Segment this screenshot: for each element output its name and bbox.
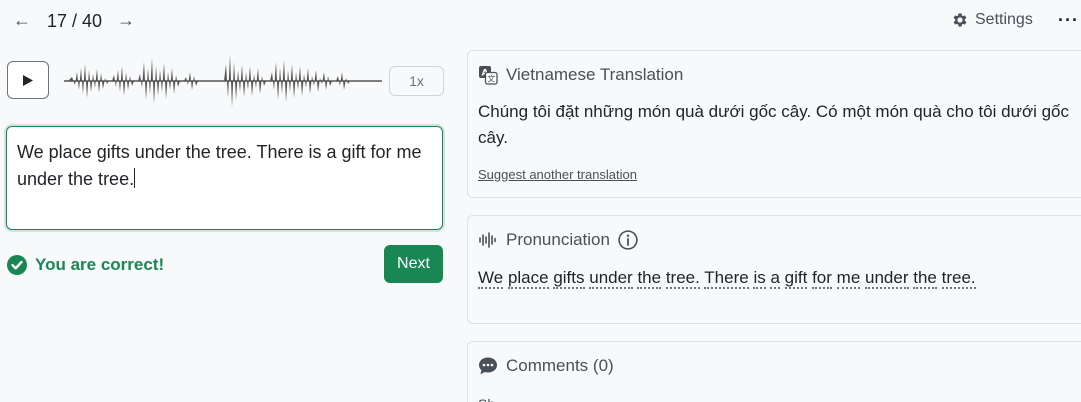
page-counter: 17 / 40 bbox=[47, 11, 103, 31]
text-caret bbox=[134, 168, 136, 188]
play-icon bbox=[23, 74, 33, 86]
translation-header: A 文 Vietnamese Translation bbox=[478, 65, 683, 85]
comments-card: Comments (0) Sh bbox=[467, 341, 1081, 402]
more-options-icon[interactable]: ··· bbox=[1058, 10, 1079, 31]
settings-button[interactable]: Settings bbox=[951, 11, 1033, 29]
check-circle-icon bbox=[7, 255, 27, 275]
top-navigation: ← 17 / 40 → Settings ··· bbox=[0, 0, 1081, 44]
pronunciation-word[interactable]: for bbox=[812, 268, 832, 289]
comments-title: Comments (0) bbox=[506, 356, 614, 375]
playback-speed-button[interactable]: 1x bbox=[389, 66, 444, 96]
pronunciation-word[interactable]: the bbox=[637, 268, 662, 289]
arrow-left-icon[interactable]: ← bbox=[13, 8, 31, 32]
pronunciation-word[interactable]: There bbox=[704, 268, 749, 289]
pronunciation-word[interactable]: me bbox=[836, 268, 861, 289]
translation-title: Vietnamese Translation bbox=[506, 65, 684, 84]
pronunciation-word[interactable]: a bbox=[770, 268, 780, 289]
settings-label: Settings bbox=[975, 11, 1033, 28]
translation-card: A 文 Vietnamese Translation Chúng tôi đặt… bbox=[467, 50, 1081, 198]
play-button[interactable] bbox=[7, 61, 49, 99]
pronunciation-word[interactable]: gifts bbox=[553, 268, 585, 289]
pronunciation-word[interactable]: tree. bbox=[941, 268, 976, 289]
chat-bubble-icon bbox=[479, 357, 497, 375]
pronunciation-header: Pronunciation bbox=[478, 230, 638, 250]
pronunciation-word[interactable]: is bbox=[753, 268, 766, 289]
next-button[interactable]: Next bbox=[384, 245, 443, 283]
answer-text: We place gifts under the tree. There is … bbox=[17, 142, 422, 189]
result-text: You are correct! bbox=[35, 255, 165, 274]
pronunciation-word[interactable]: under bbox=[589, 268, 633, 289]
pronunciation-word[interactable]: tree. bbox=[665, 268, 700, 289]
audio-waveform[interactable] bbox=[64, 50, 382, 112]
svg-text:文: 文 bbox=[487, 74, 495, 84]
pronunciation-words: We place gifts under the tree. There is … bbox=[478, 264, 1066, 292]
translate-icon: A 文 bbox=[479, 66, 498, 85]
pronunciation-word[interactable]: gift bbox=[784, 268, 808, 289]
pronunciation-word[interactable]: under bbox=[865, 268, 909, 289]
pronunciation-word[interactable]: the bbox=[913, 268, 937, 289]
pronunciation-card: Pronunciation We place gifts under the t… bbox=[467, 215, 1081, 324]
comments-subtext: Sh bbox=[478, 396, 495, 402]
pronunciation-title: Pronunciation bbox=[506, 230, 610, 249]
translation-text: Chúng tôi đặt những món quà dưới gốc cây… bbox=[478, 102, 1070, 147]
suggest-translation-link[interactable]: Suggest another translation bbox=[478, 167, 637, 182]
result-message: You are correct! bbox=[7, 255, 164, 275]
arrow-right-icon[interactable]: → bbox=[117, 8, 135, 32]
comments-header: Comments (0) bbox=[478, 356, 614, 376]
answer-textarea[interactable]: We place gifts under the tree. There is … bbox=[6, 126, 443, 230]
info-icon[interactable] bbox=[618, 230, 638, 250]
pronunciation-word[interactable]: place bbox=[507, 268, 549, 289]
pronunciation-word[interactable]: We bbox=[478, 268, 504, 289]
gear-icon bbox=[953, 13, 967, 27]
soundwave-icon bbox=[479, 232, 496, 248]
